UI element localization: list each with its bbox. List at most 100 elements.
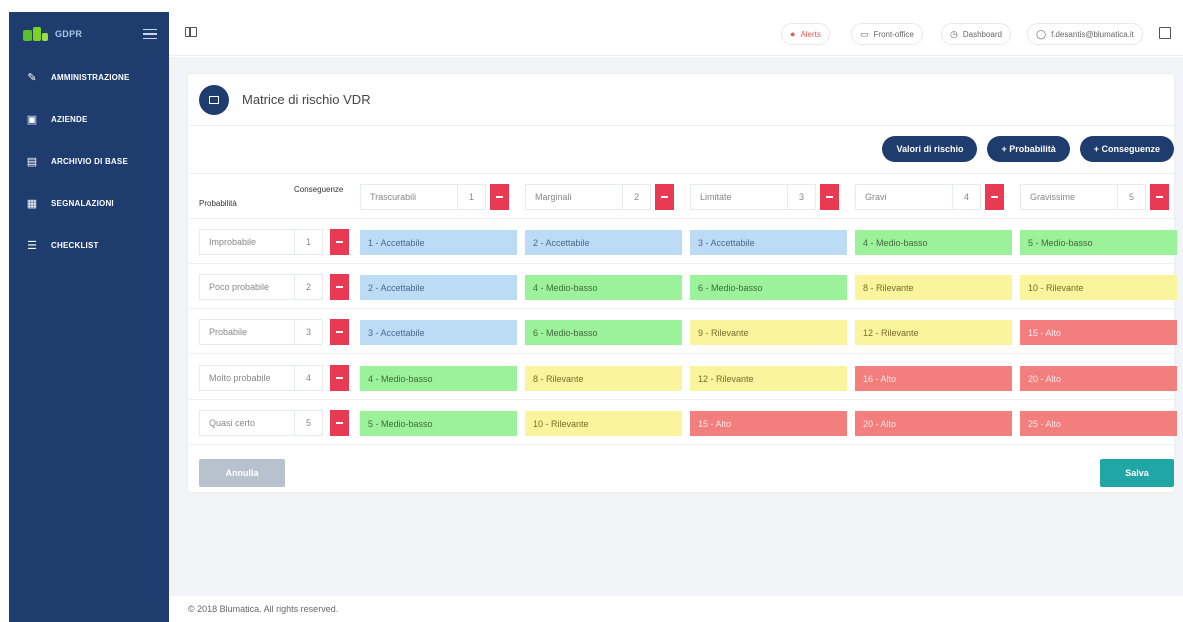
consequence-label[interactable]: Limitate xyxy=(691,192,787,202)
add-conseguenze-button[interactable]: + Conseguenze xyxy=(1079,136,1174,162)
remove-probability-button[interactable] xyxy=(330,319,349,345)
sidebar-item-aziende[interactable]: ▣ AZIENDE xyxy=(9,98,169,140)
consequence-input[interactable]: Trascurabili 1 xyxy=(360,184,486,210)
remove-consequence-button[interactable] xyxy=(820,184,839,210)
front-office-button[interactable]: ▭ Front-office xyxy=(851,23,923,45)
consequence-label[interactable]: Gravi xyxy=(856,192,952,202)
remove-probability-button[interactable] xyxy=(330,229,349,255)
probability-value[interactable]: 3 xyxy=(294,320,322,344)
consequence-label[interactable]: Gravissime xyxy=(1021,192,1117,202)
alerts-button[interactable]: ● Alerts xyxy=(781,23,830,45)
risk-cell: 5 - Medio-basso xyxy=(360,411,517,436)
probability-input[interactable]: Quasi certo 5 xyxy=(199,410,323,436)
remove-consequence-button[interactable] xyxy=(1150,184,1169,210)
risk-cell: 10 - Rilevante xyxy=(1020,275,1177,300)
annulla-button[interactable]: Annulla xyxy=(199,459,285,487)
consequence-value[interactable]: 1 xyxy=(457,185,485,209)
dashboard-icon: ◷ xyxy=(950,28,958,39)
app-name: GDPR xyxy=(55,29,83,39)
panel-toggle-icon[interactable] xyxy=(185,27,197,37)
card-header: Matrice di rischio VDR xyxy=(188,74,1174,126)
row-separator xyxy=(188,173,1174,174)
minus-icon xyxy=(991,196,998,198)
dashboard-label: Dashboard xyxy=(962,29,1002,39)
sidebar-item-checklist[interactable]: ☰ CHECKLIST xyxy=(9,224,169,266)
fire-icon: ● xyxy=(790,29,796,39)
remove-probability-button[interactable] xyxy=(330,274,349,300)
sidebar-item-label: AMMINISTRAZIONE xyxy=(51,72,130,82)
row-separator xyxy=(188,263,1174,264)
top-margin xyxy=(0,0,1183,12)
probability-input[interactable]: Improbabile 1 xyxy=(199,229,323,255)
risk-cell: 3 - Accettabile xyxy=(360,320,517,345)
consequence-label[interactable]: Trascurabili xyxy=(361,192,457,202)
sidebar-item-amministrazione[interactable]: ✎ AMMINISTRAZIONE xyxy=(9,56,169,98)
consequence-value[interactable]: 4 xyxy=(952,185,980,209)
wrench-icon: ✎ xyxy=(27,71,37,84)
probability-input[interactable]: Molto probabile 4 xyxy=(199,365,323,391)
probability-label[interactable]: Quasi certo xyxy=(200,418,294,428)
risk-cell: 4 - Medio-basso xyxy=(525,275,682,300)
dashboard-button[interactable]: ◷ Dashboard xyxy=(941,23,1011,45)
minus-icon xyxy=(336,331,343,333)
minus-icon xyxy=(336,377,343,379)
remove-consequence-button[interactable] xyxy=(655,184,674,210)
remove-consequence-button[interactable] xyxy=(985,184,1004,210)
brand: GDPR xyxy=(9,12,169,56)
row-separator xyxy=(188,399,1174,400)
risk-cell: 8 - Rilevante xyxy=(855,275,1012,300)
probability-value[interactable]: 5 xyxy=(294,411,322,435)
add-probabilita-button[interactable]: + Probabilità xyxy=(987,136,1070,162)
probability-label[interactable]: Molto probabile xyxy=(200,373,294,383)
consequence-value[interactable]: 2 xyxy=(622,185,650,209)
risk-cell: 15 - Alto xyxy=(690,411,847,436)
sidebar-item-label: SEGNALAZIONI xyxy=(51,198,114,208)
remove-consequence-button[interactable] xyxy=(490,184,509,210)
minus-icon xyxy=(661,196,668,198)
row-separator xyxy=(188,353,1174,354)
risk-cell: 8 - Rilevante xyxy=(525,366,682,391)
probability-input[interactable]: Poco probabile 2 xyxy=(199,274,323,300)
probability-label[interactable]: Probabile xyxy=(200,327,294,337)
conseguenze-axis-label: Conseguenze xyxy=(294,185,344,194)
monitor-icon: ▭ xyxy=(860,28,869,39)
probability-label[interactable]: Improbabile xyxy=(200,237,294,247)
remove-probability-button[interactable] xyxy=(330,410,349,436)
risk-cell: 12 - Rilevante xyxy=(855,320,1012,345)
top-header: ● Alerts ▭ Front-office ◷ Dashboard ◯ f.… xyxy=(169,12,1183,56)
risk-cell: 12 - Rilevante xyxy=(690,366,847,391)
minus-icon xyxy=(336,422,343,424)
matrix-actions: Valori di rischio + Probabilità + Conseg… xyxy=(882,136,1174,162)
user-button[interactable]: ◯ f.desantis@blumatica.it xyxy=(1027,23,1143,45)
probability-input[interactable]: Probabile 3 xyxy=(199,319,323,345)
salva-button[interactable]: Salva xyxy=(1100,459,1174,487)
valori-di-rischio-button[interactable]: Valori di rischio xyxy=(882,136,978,162)
probability-value[interactable]: 4 xyxy=(294,366,322,390)
risk-cell: 5 - Medio-basso xyxy=(1020,230,1177,255)
consequence-input[interactable]: Limitate 3 xyxy=(690,184,816,210)
consequence-label[interactable]: Marginali xyxy=(526,192,622,202)
grid-icon xyxy=(199,84,229,115)
user-shield-icon: ◯ xyxy=(1036,28,1047,39)
remove-probability-button[interactable] xyxy=(330,365,349,391)
minus-icon xyxy=(496,196,503,198)
consequence-input[interactable]: Gravissime 5 xyxy=(1020,184,1146,210)
consequence-input[interactable]: Gravi 4 xyxy=(855,184,981,210)
risk-cell: 6 - Medio-basso xyxy=(525,320,682,345)
sidebar-item-segnalazioni[interactable]: ▦ SEGNALAZIONI xyxy=(9,182,169,224)
risk-cell: 9 - Rilevante xyxy=(690,320,847,345)
risk-cell: 15 - Alto xyxy=(1020,320,1177,345)
sidebar: GDPR ✎ AMMINISTRAZIONE ▣ AZIENDE ▤ ARCHIVIO D… xyxy=(9,12,169,622)
consequence-input[interactable]: Marginali 2 xyxy=(525,184,651,210)
sidebar-item-archivio-di-base[interactable]: ▤ ARCHIVIO DI BASE xyxy=(9,140,169,182)
archive-icon: ▤ xyxy=(26,155,38,168)
probability-label[interactable]: Poco probabile xyxy=(200,282,294,292)
consequence-value[interactable]: 3 xyxy=(787,185,815,209)
consequence-value[interactable]: 5 xyxy=(1117,185,1145,209)
probability-value[interactable]: 2 xyxy=(294,275,322,299)
row-separator xyxy=(188,218,1174,219)
probability-value[interactable]: 1 xyxy=(294,230,322,254)
risk-cell: 20 - Alto xyxy=(855,411,1012,436)
logout-icon[interactable] xyxy=(1159,27,1171,39)
hamburger-menu-icon[interactable] xyxy=(143,28,157,40)
